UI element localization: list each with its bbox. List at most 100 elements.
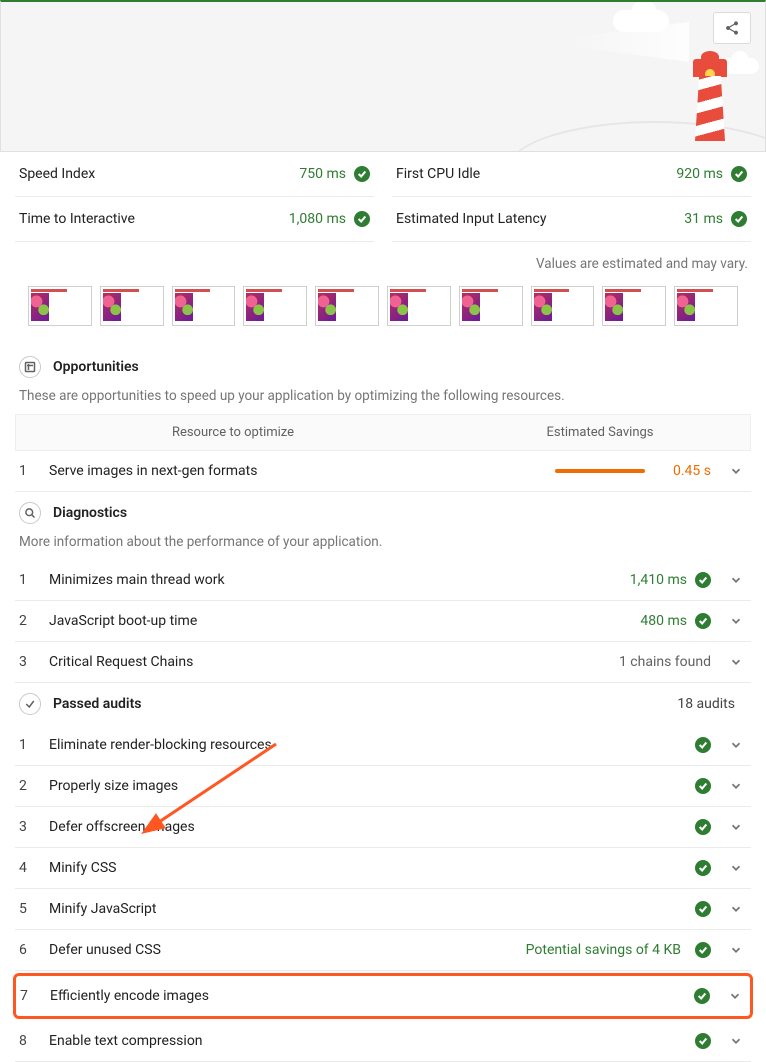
pass-icon (695, 942, 711, 958)
passed-audit-row[interactable]: 5Minify JavaScript (15, 889, 751, 930)
metric-row: Speed Index 750 ms (15, 152, 374, 197)
filmstrip (0, 282, 766, 346)
row-number: 3 (19, 654, 35, 670)
row-label: JavaScript boot-up time (49, 613, 626, 629)
filmstrip-frame (243, 286, 307, 326)
metric-value: 750 ms (299, 166, 346, 182)
row-label: Efficiently encode images (50, 988, 680, 1004)
filmstrip-frame (674, 286, 738, 326)
section-desc: More information about the performance o… (15, 534, 751, 560)
share-button[interactable] (713, 12, 751, 44)
pass-icon (354, 211, 370, 227)
estimate-note: Values are estimated and may vary. (0, 242, 766, 282)
metric-label: Speed Index (19, 166, 95, 182)
column-header: Resource to optimize (16, 415, 450, 450)
diagnostic-row[interactable]: 3 Critical Request Chains 1 chains found (15, 642, 751, 683)
row-number: 3 (19, 819, 35, 835)
diagnostics-section: Diagnostics More information about the p… (0, 492, 766, 683)
row-number: 8 (19, 1033, 35, 1049)
expand-button[interactable] (725, 1034, 747, 1048)
passed-audits-section: Passed audits 18 audits 1Eliminate rende… (0, 683, 766, 1062)
passed-audits-header[interactable]: Passed audits 18 audits (15, 683, 751, 725)
pass-icon (695, 737, 711, 753)
row-label: Minify CSS (49, 860, 681, 876)
filmstrip-frame (387, 286, 451, 326)
section-title: Opportunities (53, 359, 139, 375)
section-title: Diagnostics (53, 505, 127, 521)
row-number: 2 (19, 613, 35, 629)
passed-audit-row[interactable]: 3 Defer offscreen images (15, 807, 751, 848)
diagnostic-row[interactable]: 1 Minimizes main thread work 1,410 ms (15, 560, 751, 601)
pass-icon (695, 613, 711, 629)
section-desc: These are opportunities to speed up your… (15, 388, 751, 414)
pass-icon (695, 860, 711, 876)
expand-button[interactable] (725, 902, 747, 916)
share-icon (724, 20, 740, 36)
lighthouse-icon (689, 51, 731, 141)
row-number: 2 (19, 778, 35, 794)
row-label: Critical Request Chains (49, 654, 605, 670)
expand-button[interactable] (725, 738, 747, 752)
expand-button[interactable] (725, 943, 747, 957)
opportunity-row[interactable]: 1 Serve images in next-gen formats 0.45 … (15, 451, 751, 492)
pass-icon (694, 988, 710, 1004)
pass-icon (695, 819, 711, 835)
filmstrip-frame (100, 286, 164, 326)
filmstrip-frame (172, 286, 236, 326)
diagnostic-row[interactable]: 2 JavaScript boot-up time 480 ms (15, 601, 751, 642)
row-value: 480 ms (640, 613, 687, 629)
row-number: 4 (19, 860, 35, 876)
metric-label: Estimated Input Latency (396, 211, 546, 227)
metric-value: 31 ms (684, 211, 723, 227)
row-label: Defer offscreen images (49, 819, 681, 835)
passed-audit-row[interactable]: 1Eliminate render-blocking resources (15, 725, 751, 766)
expand-button[interactable] (724, 989, 746, 1003)
expand-button[interactable] (725, 655, 747, 669)
filmstrip-frame (315, 286, 379, 326)
opportunities-icon (19, 356, 41, 378)
savings-bar (555, 469, 645, 473)
metric-row: Estimated Input Latency 31 ms (392, 197, 751, 242)
passed-audit-row[interactable]: 8Enable text compression (15, 1021, 751, 1062)
row-number: 1 (19, 463, 35, 479)
filmstrip-frame (531, 286, 595, 326)
metric-value: 1,080 ms (289, 211, 346, 227)
expand-button[interactable] (725, 573, 747, 587)
row-label: Minify JavaScript (49, 901, 681, 917)
row-label: Defer unused CSS (49, 942, 512, 958)
row-text: 1 chains found (619, 654, 711, 670)
passed-audit-row[interactable]: 7Efficiently encode images (13, 973, 753, 1019)
metric-value: 920 ms (676, 166, 723, 182)
filmstrip-frame (602, 286, 666, 326)
filmstrip-frame (28, 286, 92, 326)
expand-button[interactable] (725, 614, 747, 628)
row-number: 1 (19, 737, 35, 753)
row-number: 1 (19, 572, 35, 588)
pass-icon (695, 572, 711, 588)
metric-row: First CPU Idle 920 ms (392, 152, 751, 197)
row-label: Serve images in next-gen formats (49, 463, 541, 479)
pass-icon (695, 1033, 711, 1049)
expand-button[interactable] (725, 779, 747, 793)
pass-icon (695, 901, 711, 917)
expand-button[interactable] (725, 861, 747, 875)
passed-audit-row[interactable]: 4 Minify CSS (15, 848, 751, 889)
expand-button[interactable] (725, 464, 747, 478)
passed-audit-row[interactable]: 6 Defer unused CSS Potential savings of 4 … (15, 930, 751, 971)
opportunities-table-head: Resource to optimize Estimated Savings (15, 414, 751, 451)
report-hero (0, 0, 766, 152)
row-number: 6 (19, 942, 35, 958)
row-label: Properly size images (49, 778, 681, 794)
metric-label: First CPU Idle (396, 166, 480, 182)
expand-button[interactable] (725, 820, 747, 834)
section-title: Passed audits (53, 696, 141, 712)
passed-audit-row[interactable]: 2 Properly size images (15, 766, 751, 807)
pass-icon (731, 166, 747, 182)
metric-label: Time to Interactive (19, 211, 135, 227)
row-value: Potential savings of 4 KB (526, 942, 681, 958)
row-label: Minimizes main thread work (49, 572, 616, 588)
column-header: Estimated Savings (450, 415, 750, 450)
metrics-grid: Speed Index 750 ms Time to Interactive 1… (0, 152, 766, 242)
pass-icon (695, 778, 711, 794)
audits-count: 18 audits (677, 696, 735, 712)
